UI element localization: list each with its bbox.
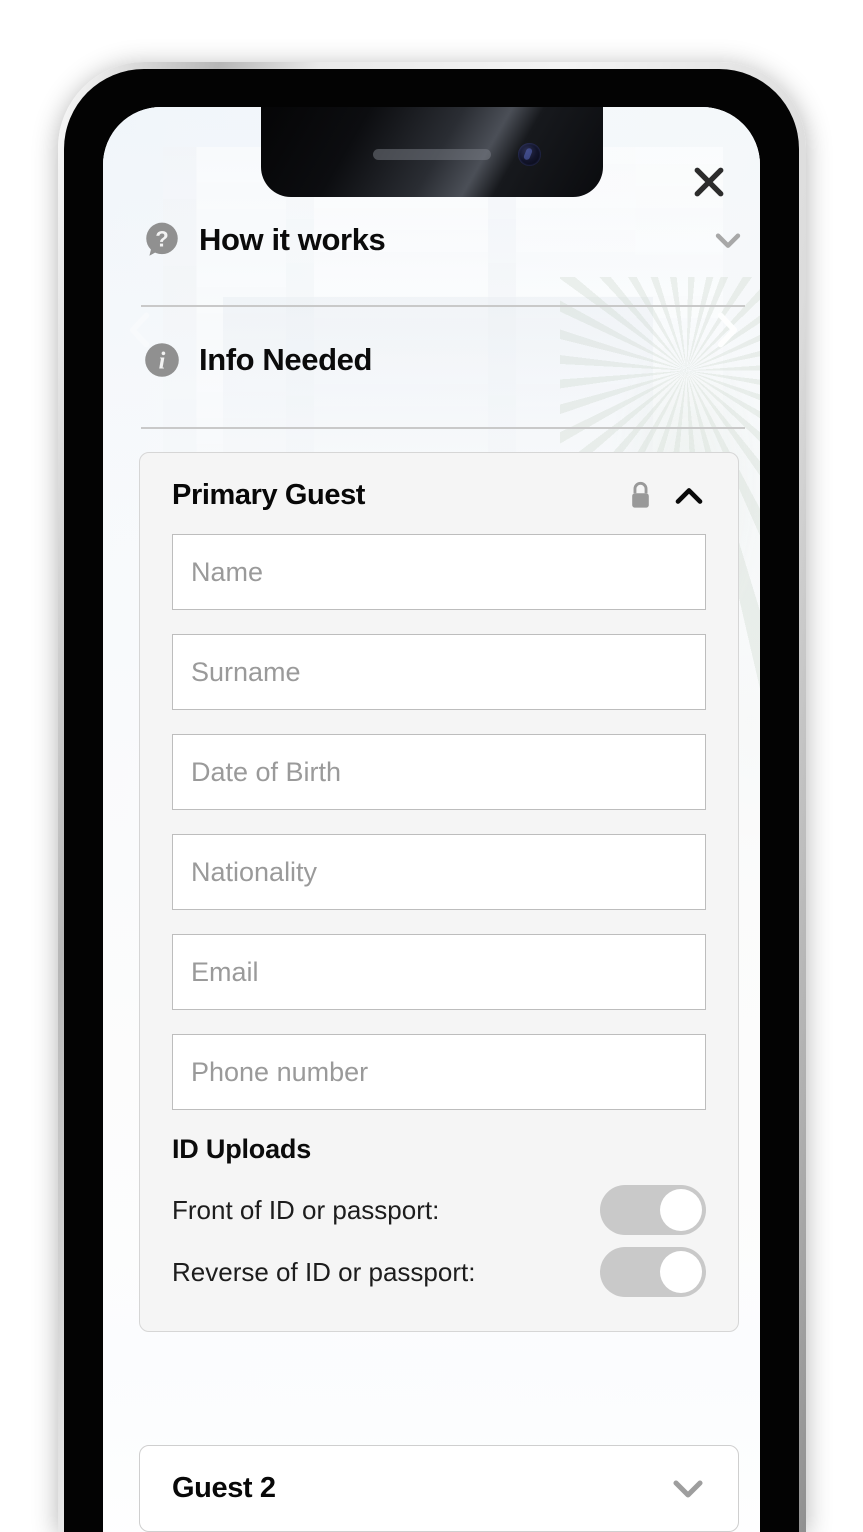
primary-guest-card-header[interactable]: Primary Guest (172, 479, 706, 512)
upload-label-front: Front of ID or passport: (172, 1194, 440, 1225)
phone-notch (260, 107, 603, 197)
info-needed-modal: ? How it works i Info Needed Primary Gue… (103, 107, 760, 1532)
speaker-grille-icon (372, 149, 491, 160)
phone-bezel: ? How it works i Info Needed Primary Gue… (64, 69, 799, 1532)
primary-guest-title: Primary Guest (172, 479, 366, 511)
email-input[interactable] (172, 934, 706, 1010)
lock-icon (632, 481, 649, 508)
svg-text:i: i (159, 347, 166, 374)
info-circle-icon: i (145, 343, 179, 377)
phone-number-input[interactable] (172, 1034, 706, 1110)
section-label-info-needed: Info Needed (199, 342, 373, 377)
upload-row-front: Front of ID or passport: (172, 1179, 706, 1241)
guest-2-title: Guest 2 (172, 1472, 276, 1504)
divider-info-needed (141, 427, 745, 429)
close-button[interactable] (686, 159, 732, 205)
primary-guest-card: Primary Guest Name Surname Date of Birth… (139, 452, 739, 1332)
how-it-works-expand-toggle[interactable] (711, 223, 745, 257)
guest-2-expand-toggle[interactable] (670, 1477, 706, 1501)
surname-input[interactable] (172, 634, 706, 710)
toggle-knob (660, 1251, 702, 1293)
name-input[interactable] (172, 534, 706, 610)
question-bubble-icon: ? (146, 222, 178, 256)
close-icon (694, 167, 724, 197)
section-how-it-works[interactable]: ? How it works (141, 219, 745, 261)
primary-guest-header-actions (627, 480, 706, 511)
phone-screen: ? How it works i Info Needed Primary Gue… (103, 107, 760, 1532)
upload-label-reverse: Reverse of ID or passport: (172, 1256, 476, 1287)
svg-text:?: ? (155, 226, 168, 251)
date-of-birth-input[interactable] (172, 734, 706, 810)
front-camera-icon (517, 143, 541, 166)
phone-device-frame: ? How it works i Info Needed Primary Gue… (58, 62, 806, 1532)
chevron-down-icon (715, 233, 741, 248)
guest-2-card[interactable]: Guest 2 (139, 1445, 739, 1532)
toggle-knob (660, 1189, 702, 1231)
divider-how-it-works (141, 305, 745, 307)
primary-guest-collapse-toggle[interactable] (672, 485, 706, 507)
id-uploads-title: ID Uploads (172, 1134, 312, 1164)
section-label-how-it-works: How it works (199, 222, 386, 257)
nationality-input[interactable] (172, 834, 706, 910)
upload-toggle-reverse[interactable] (600, 1247, 706, 1297)
section-info-needed[interactable]: i Info Needed (141, 339, 745, 381)
upload-row-reverse: Reverse of ID or passport: (172, 1241, 706, 1303)
upload-toggle-front[interactable] (600, 1185, 706, 1235)
